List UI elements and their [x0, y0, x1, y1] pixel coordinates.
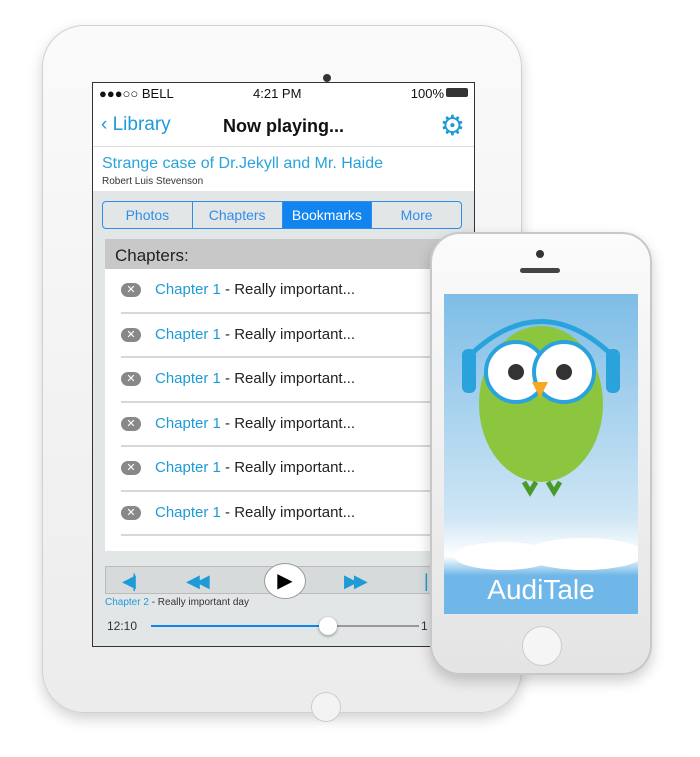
- chapter-row[interactable]: ✕ Chapter 1 - Really important...: [121, 358, 449, 403]
- chapter-row[interactable]: ✕ Chapter 1 - Really important...: [121, 447, 449, 492]
- chapter-desc: - Really important...: [220, 370, 356, 387]
- delete-icon[interactable]: ✕: [121, 372, 141, 386]
- skip-forward-icon[interactable]: |: [424, 571, 427, 592]
- page-title: Now playing...: [222, 116, 344, 136]
- chapter-text: Chapter 1 - Really important...: [155, 281, 355, 298]
- book-title: Strange case of Dr.Jekyll and Mr. Haide: [102, 155, 384, 172]
- chapter-text: Chapter 1 - Really important...: [155, 415, 355, 432]
- ipad-home-button[interactable]: [311, 692, 341, 722]
- iphone-home-button[interactable]: [522, 626, 562, 666]
- chapter-name: Chapter 1: [155, 370, 221, 387]
- progress-fill: [151, 625, 328, 627]
- delete-icon[interactable]: ✕: [121, 505, 141, 520]
- now-desc: - Really important day: [148, 597, 249, 608]
- battery-icon: [446, 88, 468, 97]
- play-button[interactable]: ▶: [264, 563, 306, 599]
- delete-icon[interactable]: ✕: [121, 327, 141, 342]
- book-author: Robert Luis Stevenson: [102, 176, 204, 187]
- nav-bar: ‹ Library Now playing... ⚙: [93, 105, 474, 147]
- ipad-camera: [323, 74, 331, 82]
- chapters-header: Chapters:: [105, 239, 465, 269]
- chapter-desc: - Really important...: [220, 414, 356, 432]
- chapter-row[interactable]: ✕ Chapter 1 - Really important...: [121, 492, 449, 536]
- elapsed-time: 12:10: [107, 619, 138, 633]
- carrier: ●●●○○ BELL: [99, 86, 174, 101]
- fast-forward-icon[interactable]: ▶▶: [344, 571, 368, 592]
- chapter-name: Chapter 1: [155, 503, 221, 521]
- now-chapter: Chapter 2: [105, 597, 149, 608]
- chapter-text: Chapter 1 - Really important...: [155, 370, 355, 387]
- clock: 4:21 PM: [253, 86, 302, 101]
- chapter-name: Chapter 1: [155, 414, 221, 432]
- chapter-text: Chapter 1 - Really important...: [155, 459, 355, 476]
- gear-icon[interactable]: ⚙: [440, 112, 465, 140]
- chapter-desc: - Really important...: [220, 281, 356, 298]
- chapter-name: Chapter 1: [155, 325, 221, 343]
- chapter-name: Chapter 1: [155, 281, 221, 298]
- chapter-desc: - Really important...: [220, 459, 356, 476]
- skip-back-icon[interactable]: ◀|: [122, 571, 136, 592]
- owl-logo-icon: [454, 319, 638, 570]
- player-controls: ◀| ◀◀ ▶ ▶▶ |: [105, 563, 474, 599]
- progress-slider[interactable]: [151, 617, 419, 635]
- rewind-icon[interactable]: ◀◀: [186, 571, 210, 592]
- iphone-speaker: [520, 268, 560, 273]
- status-bar: ●●●○○ BELL 4:21 PM 100%: [93, 83, 474, 103]
- delete-icon[interactable]: ✕: [121, 416, 141, 431]
- chapter-name: Chapter 1: [155, 459, 221, 476]
- ipad-screen: ●●●○○ BELL 4:21 PM 100% ‹ Library Now pl…: [92, 82, 475, 647]
- tab-more[interactable]: More: [372, 202, 461, 228]
- iphone-device: AudiTale: [430, 232, 652, 675]
- segmented-tabs: Photos Chapters Bookmarks More: [102, 201, 462, 229]
- slider-knob[interactable]: [318, 617, 337, 635]
- chapter-desc: - Really important...: [220, 325, 356, 343]
- chapter-text: Chapter 1 - Really important...: [155, 504, 355, 521]
- chapter-row[interactable]: ✕ Chapter 1 - Really important...: [121, 403, 449, 447]
- iphone-camera: [536, 250, 544, 258]
- delete-icon[interactable]: ✕: [121, 461, 141, 475]
- battery-percent: 100%: [410, 86, 444, 101]
- chapter-row[interactable]: ✕ Chapter 1 - Really important...: [121, 314, 449, 358]
- chapter-row[interactable]: ✕ Chapter 1 - Really important...: [121, 269, 449, 314]
- end-time: 1: [421, 619, 428, 633]
- delete-icon[interactable]: ✕: [121, 283, 141, 297]
- chapter-desc: - Really important...: [220, 503, 356, 521]
- now-playing-chapter: Chapter 2 - Really important day: [105, 597, 249, 608]
- chapter-text: Chapter 1 - Really important...: [155, 326, 355, 343]
- tab-bookmarks[interactable]: Bookmarks: [282, 202, 373, 228]
- app-name: AudiTale: [487, 574, 595, 605]
- splash-screen: AudiTale: [444, 294, 638, 614]
- chapters-panel: Chapters: ✕ Chapter 1 - Really important.…: [105, 239, 465, 551]
- tab-chapters[interactable]: Chapters: [193, 202, 283, 228]
- tab-photos[interactable]: Photos: [103, 202, 193, 228]
